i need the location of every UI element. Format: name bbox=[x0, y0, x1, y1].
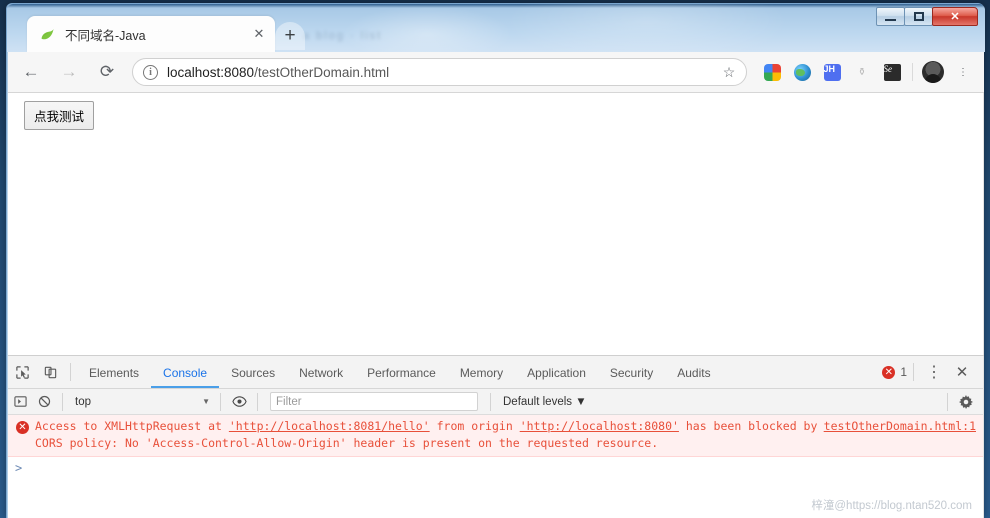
minimize-button[interactable] bbox=[876, 6, 905, 26]
console-prompt-chevron: > bbox=[15, 461, 23, 475]
url-host: localhost:8080 bbox=[167, 64, 255, 80]
log-levels-select[interactable]: Default levels ▼ bbox=[497, 396, 593, 408]
browser-toolbar: ← → ⟳ i localhost:8080/testOtherDomain.h… bbox=[8, 52, 984, 93]
profile-avatar[interactable] bbox=[920, 59, 946, 85]
tab-console[interactable]: Console bbox=[151, 356, 220, 388]
clear-console-icon[interactable] bbox=[32, 390, 56, 414]
tab-sources[interactable]: Sources bbox=[219, 356, 287, 388]
error-request-url[interactable]: 'http://localhost:8081/hello' bbox=[229, 419, 430, 433]
watermark-text: 梓潼@https://blog.ntan520.com bbox=[811, 500, 972, 512]
console-error-message[interactable]: ✕ Access to XMLHttpRequest at 'http://lo… bbox=[8, 415, 984, 457]
toolbar-divider bbox=[912, 63, 913, 81]
window-controls: ✕ bbox=[876, 6, 978, 26]
url-path: /testOtherDomain.html bbox=[254, 64, 390, 80]
error-part2: from origin bbox=[429, 419, 520, 433]
address-bar[interactable]: i localhost:8080/testOtherDomain.html ☆ bbox=[132, 58, 747, 86]
live-expression-icon[interactable] bbox=[227, 390, 251, 414]
devtools-tabbar: Elements Console Sources Network Perform… bbox=[8, 356, 984, 389]
desktop-background: a blog · list ✕ 不同域名-Java ✕ + ← → ⟳ i lo… bbox=[0, 0, 990, 518]
devtools-divider bbox=[70, 363, 71, 381]
console-toolbar-divider-3 bbox=[257, 392, 258, 411]
execution-context-select[interactable]: top ▼ bbox=[69, 392, 214, 412]
url-text: localhost:8080/testOtherDomain.html bbox=[167, 65, 718, 80]
console-filter-input[interactable]: Filter bbox=[270, 392, 478, 411]
error-count-badge[interactable]: ✕ 1 bbox=[882, 365, 907, 379]
devtools-close-button[interactable]: ✕ bbox=[948, 359, 976, 385]
tab-network[interactable]: Network bbox=[287, 356, 355, 388]
viewport-right-edge bbox=[983, 93, 984, 355]
browser-window: a blog · list ✕ 不同域名-Java ✕ + ← → ⟳ i lo… bbox=[6, 3, 985, 518]
reload-button[interactable]: ⟳ bbox=[92, 57, 122, 87]
inspect-element-icon[interactable] bbox=[8, 359, 36, 385]
settings-gear-icon[interactable] bbox=[954, 390, 978, 414]
execution-context-value: top bbox=[75, 395, 91, 408]
error-source-link[interactable]: testOtherDomain.html:1 bbox=[824, 419, 976, 433]
devtools-tabbar-right: ✕ 1 ⋮ ✕ bbox=[882, 359, 984, 385]
console-toolbar-divider bbox=[62, 392, 63, 411]
devtools-panel: Elements Console Sources Network Perform… bbox=[8, 355, 984, 518]
tab-strip: a blog · list ✕ 不同域名-Java ✕ + bbox=[7, 4, 985, 52]
error-part1: Access to XMLHttpRequest at bbox=[35, 419, 229, 433]
blurred-background-text: a blog · list bbox=[303, 30, 383, 42]
maximize-button[interactable] bbox=[904, 6, 933, 26]
device-toolbar-icon[interactable] bbox=[36, 359, 64, 385]
tree-extension-icon[interactable]: ⚱ bbox=[849, 59, 875, 85]
bookmark-star-icon[interactable]: ☆ bbox=[718, 64, 740, 81]
tab-security[interactable]: Security bbox=[598, 356, 665, 388]
error-icon: ✕ bbox=[16, 421, 29, 434]
console-toolbar-right bbox=[941, 390, 984, 414]
error-icon: ✕ bbox=[882, 365, 896, 379]
globe-extension-icon[interactable] bbox=[789, 59, 815, 85]
back-button[interactable]: ← bbox=[16, 57, 46, 87]
console-sidebar-toggle-icon[interactable] bbox=[8, 390, 32, 414]
console-prompt-row[interactable]: > bbox=[8, 457, 984, 479]
tab-memory[interactable]: Memory bbox=[448, 356, 515, 388]
test-request-button[interactable]: 点我测试 bbox=[24, 101, 95, 130]
google-photos-extension-icon[interactable] bbox=[759, 59, 785, 85]
devtools-right-edge bbox=[983, 356, 984, 518]
browser-menu-button[interactable]: ⋮ bbox=[950, 59, 976, 85]
extensions-area: JH ⚱ Se ⋮ bbox=[757, 59, 984, 85]
console-toolbar: top ▼ Filter Default levels ▼ bbox=[8, 389, 984, 415]
devtools-divider-2 bbox=[913, 363, 914, 381]
tab-performance[interactable]: Performance bbox=[355, 356, 448, 388]
spring-leaf-icon bbox=[41, 28, 54, 39]
close-window-button[interactable]: ✕ bbox=[932, 6, 978, 26]
browser-tab[interactable]: 不同域名-Java ✕ bbox=[27, 16, 275, 52]
chevron-down-icon: ▼ bbox=[202, 397, 210, 406]
error-origin-url[interactable]: 'http://localhost:8080' bbox=[520, 419, 679, 433]
new-tab-button[interactable]: + bbox=[275, 22, 305, 50]
console-toolbar-divider-5 bbox=[947, 392, 948, 411]
forward-button[interactable]: → bbox=[54, 57, 84, 87]
tab-application[interactable]: Application bbox=[515, 356, 598, 388]
console-toolbar-divider-2 bbox=[220, 392, 221, 411]
selenium-extension-icon[interactable]: Se bbox=[879, 59, 905, 85]
console-toolbar-divider-4 bbox=[490, 392, 491, 411]
site-info-icon[interactable]: i bbox=[143, 64, 158, 80]
tab-audits[interactable]: Audits bbox=[665, 356, 722, 388]
error-count-value: 1 bbox=[900, 365, 907, 379]
tab-title: 不同域名-Java bbox=[65, 28, 146, 43]
console-messages: ✕ Access to XMLHttpRequest at 'http://lo… bbox=[8, 415, 984, 479]
close-tab-button[interactable]: ✕ bbox=[251, 26, 267, 42]
devtools-more-button[interactable]: ⋮ bbox=[920, 359, 948, 385]
page-viewport: 点我测试 bbox=[8, 93, 984, 355]
jh-extension-icon[interactable]: JH bbox=[819, 59, 845, 85]
tab-elements[interactable]: Elements bbox=[77, 356, 151, 388]
